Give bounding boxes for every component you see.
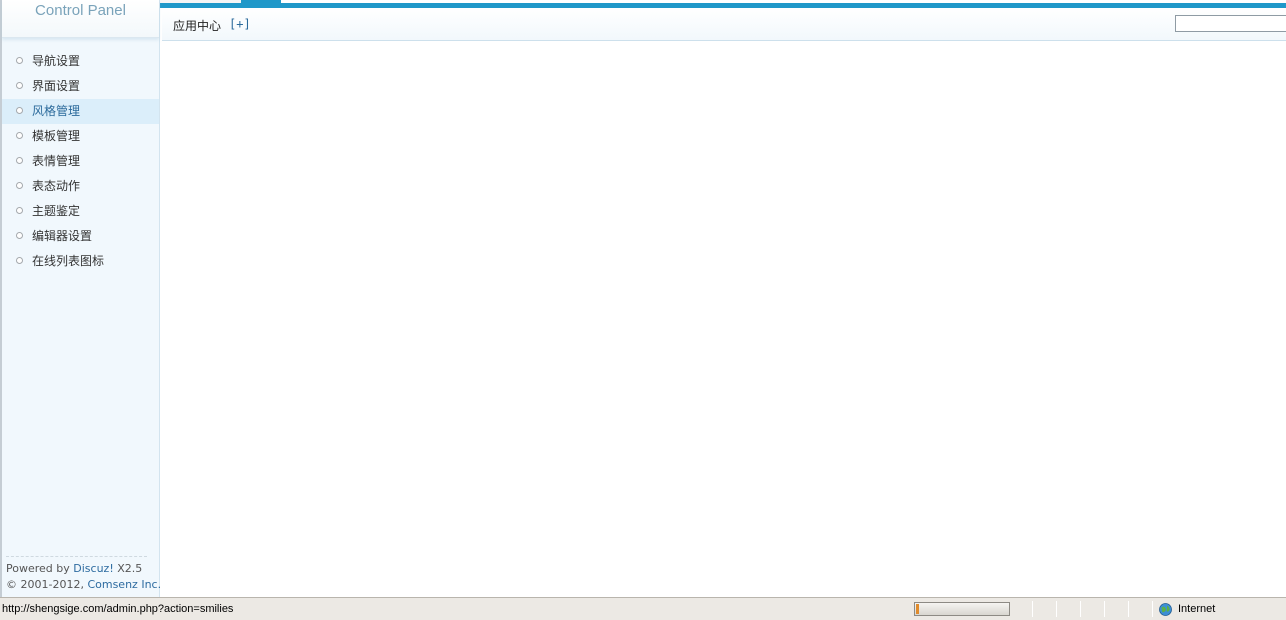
control-panel-title: Control Panel xyxy=(35,2,126,19)
sidebar-item-label: 界面设置 xyxy=(32,79,81,93)
sidebar-menu: 导航设置 界面设置 风格管理 模板管理 表情管理 表态动作 主题鉴定 编辑器设置… xyxy=(2,49,159,274)
bullet-icon xyxy=(16,157,23,164)
comsenz-link[interactable]: Comsenz Inc. xyxy=(87,578,161,591)
status-separator xyxy=(1032,601,1033,617)
sidebar-item-nav-settings[interactable]: 导航设置 xyxy=(2,49,159,74)
sidebar-item-label: 风格管理 xyxy=(32,104,81,118)
status-bar: http://shengsige.com/admin.php?action=sm… xyxy=(0,597,1286,620)
version-text: X2.5 xyxy=(117,562,143,575)
app-center-label[interactable]: 应用中心 xyxy=(173,17,221,34)
progress-fill xyxy=(916,604,919,614)
status-url: http://shengsige.com/admin.php?action=sm… xyxy=(2,603,234,615)
search-input[interactable] xyxy=(1175,15,1286,32)
sidebar-footer: Powered by Discuz! X2.5 © 2001-2012, Com… xyxy=(6,556,161,593)
sidebar-item-editor-settings[interactable]: 编辑器设置 xyxy=(2,224,159,249)
powered-by-text: Powered by xyxy=(6,562,70,575)
copyright-line: © 2001-2012, Comsenz Inc. xyxy=(6,577,161,593)
bullet-icon xyxy=(16,57,23,64)
content-header: 应用中心 [+] xyxy=(162,8,1286,41)
status-separator xyxy=(1104,601,1105,617)
tab-active[interactable] xyxy=(241,0,281,4)
status-separator xyxy=(1128,601,1129,617)
sidebar-item-template-manage[interactable]: 模板管理 xyxy=(2,124,159,149)
sidebar-item-label: 模板管理 xyxy=(32,129,81,143)
bullet-icon xyxy=(16,182,23,189)
bullet-icon xyxy=(16,257,23,264)
globe-icon xyxy=(1159,603,1172,616)
sidebar-item-style-manage[interactable]: 风格管理 xyxy=(2,99,159,124)
security-zone-label: Internet xyxy=(1178,603,1216,615)
discuz-link[interactable]: Discuz! xyxy=(73,562,113,575)
sidebar: Control Panel 导航设置 界面设置 风格管理 模板管理 表情管理 表… xyxy=(0,0,161,597)
sidebar-item-label: 在线列表图标 xyxy=(32,254,105,268)
sidebar-item-label: 导航设置 xyxy=(32,54,81,68)
sidebar-item-thread-stamps[interactable]: 主题鉴定 xyxy=(2,199,159,224)
status-separator xyxy=(1080,601,1081,617)
status-separator xyxy=(1056,601,1057,617)
bullet-icon xyxy=(16,232,23,239)
bullet-icon xyxy=(16,207,23,214)
top-tab-strip xyxy=(160,0,1286,8)
sidebar-item-smiley-manage[interactable]: 表情管理 xyxy=(2,149,159,174)
powered-by-line: Powered by Discuz! X2.5 xyxy=(6,561,147,577)
bullet-icon xyxy=(16,132,23,139)
add-shortcut-link[interactable]: [+] xyxy=(229,17,251,31)
sidebar-header: Control Panel xyxy=(2,0,159,38)
sidebar-item-click-actions[interactable]: 表态动作 xyxy=(2,174,159,199)
sidebar-item-label: 表情管理 xyxy=(32,154,81,168)
progress-bar xyxy=(914,602,1010,616)
sidebar-item-ui-settings[interactable]: 界面设置 xyxy=(2,74,159,99)
main-content xyxy=(162,42,1286,597)
sidebar-item-label: 主题鉴定 xyxy=(32,204,81,218)
copyright-text: © 2001-2012, xyxy=(6,578,84,591)
bullet-icon xyxy=(16,82,23,89)
sidebar-item-label: 编辑器设置 xyxy=(32,229,93,243)
sidebar-item-online-icons[interactable]: 在线列表图标 xyxy=(2,249,159,274)
bullet-icon xyxy=(16,107,23,114)
status-separator xyxy=(1152,601,1153,617)
sidebar-item-label: 表态动作 xyxy=(32,179,81,193)
